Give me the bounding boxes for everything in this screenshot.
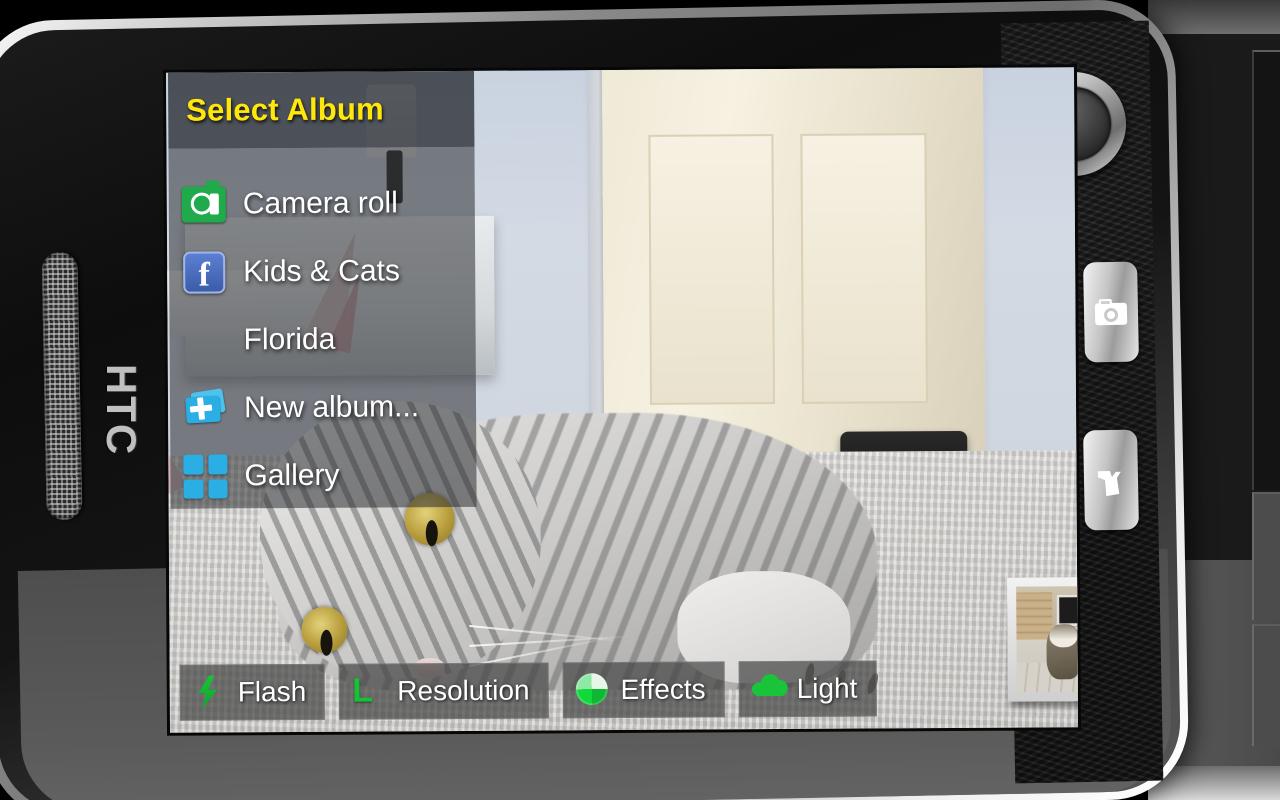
select-album-title: Select Album	[186, 91, 384, 128]
light-button-label: Light	[796, 672, 858, 704]
flash-button[interactable]: Flash	[179, 663, 326, 721]
resolution-l-icon: L	[352, 671, 374, 710]
camera-mode-button[interactable]	[1083, 261, 1139, 363]
background-far-panel-middle	[1252, 492, 1280, 620]
effects-button-label: Effects	[620, 673, 706, 706]
resolution-button-label: Resolution	[397, 674, 530, 707]
effects-circle-icon	[575, 673, 609, 707]
album-item-gallery[interactable]: Gallery	[170, 441, 476, 511]
background-top-strip	[1148, 0, 1280, 34]
gallery-grid-icon	[182, 453, 228, 499]
album-item-camera-roll[interactable]: Camera roll	[169, 169, 475, 239]
flash-icon	[193, 675, 227, 709]
viewfinder-door-panel-left	[647, 134, 776, 406]
light-button[interactable]: Light	[738, 660, 877, 718]
camera-toolbar[interactable]: Flash L Resolution Effects Light	[179, 660, 877, 721]
album-item-new-album[interactable]: New album...	[170, 373, 476, 443]
screenshot-stage: HTC Select Album Camera roll f Kids & Ca…	[0, 0, 1280, 800]
select-album-menu[interactable]: Select Album Camera roll f Kids & Cats F…	[167, 70, 479, 511]
background-far-panel-bottom	[1252, 624, 1280, 746]
thumbnail-brick-wall	[1016, 592, 1053, 640]
background-far-panel-top	[1252, 50, 1280, 490]
viewfinder-cat-pupil-lower	[320, 629, 333, 656]
thumbnail-window	[1056, 594, 1079, 627]
album-item-florida[interactable]: Florida	[169, 305, 475, 375]
resolution-button[interactable]: L Resolution	[339, 662, 549, 720]
camera-roll-icon	[181, 180, 227, 227]
last-photo-thumbnail-image	[1016, 585, 1079, 693]
album-item-label: Florida	[243, 322, 336, 357]
camera-icon	[1094, 299, 1128, 326]
effects-button[interactable]: Effects	[562, 661, 725, 719]
phone-screen: Select Album Camera roll f Kids & Cats F…	[165, 67, 1079, 733]
facebook-icon: f	[181, 249, 227, 295]
cloud-light-icon	[751, 672, 788, 706]
no-icon-placeholder	[181, 317, 227, 363]
last-photo-thumbnail[interactable]	[1007, 576, 1079, 702]
album-item-label: Gallery	[244, 458, 340, 493]
album-item-kids-and-cats[interactable]: f Kids & Cats	[169, 237, 475, 307]
album-item-label: Camera roll	[242, 186, 398, 221]
select-album-list[interactable]: Camera roll f Kids & Cats Florida New al…	[168, 146, 477, 511]
select-album-header: Select Album	[167, 70, 475, 149]
viewfinder-cat-pupil-upper	[425, 519, 438, 546]
new-album-icon	[182, 385, 228, 431]
flash-button-label: Flash	[237, 675, 307, 708]
album-item-label: Kids & Cats	[243, 254, 401, 289]
viewfinder-door-panel-right	[800, 133, 928, 405]
camcorder-mode-button[interactable]	[1083, 429, 1139, 531]
album-item-label: New album...	[243, 390, 420, 425]
camcorder-icon	[1097, 471, 1121, 497]
